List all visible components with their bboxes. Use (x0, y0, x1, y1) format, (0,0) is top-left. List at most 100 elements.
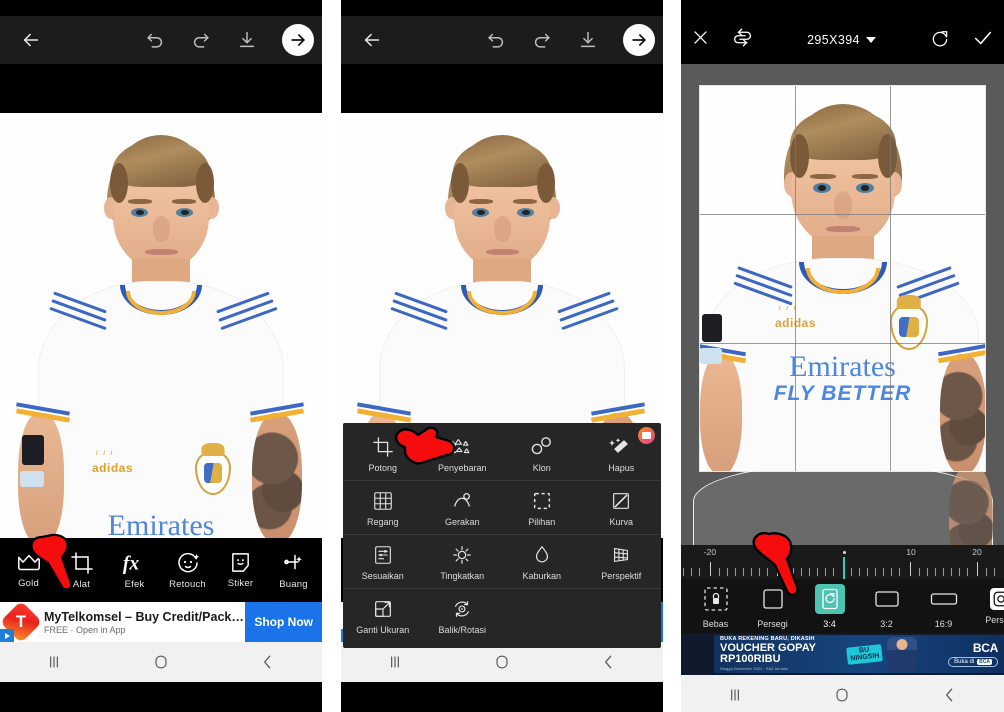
bottom-tool-alat[interactable]: Alat (56, 551, 108, 590)
apply-check-icon[interactable] (972, 27, 994, 54)
ad-banner-1[interactable]: T MyTelkomsel – Buy Credit/Package... FR… (0, 600, 322, 644)
lock-free-icon (701, 584, 731, 614)
bottom-tool-label: Retouch (169, 578, 206, 590)
ad3-line4: Hingga Desember 2021 · S&K berlaku (720, 665, 789, 671)
crop-stage[interactable]: adidas / / / Emirates FLY BETTER (681, 64, 1004, 545)
ruler-tick-label: -20 (703, 547, 717, 557)
tool-label: Sesuaikan (361, 571, 404, 581)
crop-size-label: 295X394 (807, 33, 860, 47)
ad-cta-button[interactable]: Shop Now (245, 602, 322, 642)
tools-row: Potong Penyebaran Klon Hapus (343, 427, 661, 481)
back-icon[interactable] (923, 675, 977, 712)
tool-balik-rotasi[interactable]: Balik/Rotasi (423, 589, 503, 642)
bottom-tool-stiker[interactable]: Stiker (215, 551, 267, 589)
ratio-3-4[interactable]: 3:4 (801, 583, 858, 629)
rotate-icon[interactable] (930, 28, 950, 53)
editor-spacer (341, 64, 663, 113)
tool-label: Potong (368, 463, 398, 473)
ad3-line3: RP100RIBU (720, 653, 781, 666)
tool-ganti-ukuran[interactable]: Ganti Ukuran (343, 589, 423, 642)
editor-top-toolbar (341, 16, 663, 64)
ratio-16-9[interactable]: 16:9 (915, 584, 972, 629)
back-icon[interactable] (8, 17, 54, 63)
download-icon[interactable] (565, 17, 611, 63)
aspect-ratio-bar[interactable]: Bebas Persegi 3:4 3:2 16:9 Pers (681, 579, 1004, 633)
chevron-down-icon (865, 37, 876, 43)
redo-icon[interactable] (178, 17, 224, 63)
download-icon[interactable] (224, 17, 270, 63)
photo-canvas-1[interactable]: adidas / / / Emirates FLY BETTER Emirate… (0, 113, 322, 538)
redo-icon[interactable] (519, 17, 565, 63)
ad-banner-3[interactable]: BUKA REKENING BARU, DIKASIH VOUCHER GOPA… (681, 633, 1004, 675)
ad3-cta-button[interactable]: Buka di BCA (948, 657, 998, 667)
tool-regang[interactable]: Regang (343, 481, 423, 534)
bottom-toolbar-1: Gold Alat fx Efek Retouch Stiker Buang (0, 538, 322, 602)
tool-label: Penyebaran (437, 463, 487, 473)
back-icon[interactable] (241, 642, 295, 682)
flip-icon[interactable] (732, 27, 753, 53)
tool-kurva[interactable]: Kurva (582, 481, 662, 534)
home-icon[interactable] (815, 675, 869, 712)
tool-label: Klon (532, 463, 551, 473)
android-nav-bar-3 (681, 675, 1004, 712)
tool-penyebaran[interactable]: Penyebaran (423, 427, 503, 480)
new-photo-badge-icon[interactable] (638, 427, 655, 444)
home-icon[interactable] (475, 642, 529, 682)
android-nav-bar-2 (341, 642, 663, 682)
tool-kaburkan[interactable]: Kaburkan (502, 535, 582, 588)
tool-gerakan[interactable]: Gerakan (423, 481, 503, 534)
undo-icon[interactable] (473, 17, 519, 63)
subject-photo-cropped: adidas / / / Emirates FLY BETTER (700, 86, 985, 471)
tool-label: Tingkatkan (440, 571, 485, 581)
close-icon[interactable] (691, 28, 710, 52)
ratio-label: Persegi (757, 618, 788, 629)
bottom-tool-label: Stiker (227, 578, 254, 589)
ratio-3-2[interactable]: 3:2 (858, 584, 915, 629)
recents-icon[interactable] (708, 675, 762, 712)
tools-empty-cell (582, 589, 662, 642)
bottom-tool-buang[interactable]: Buang (268, 551, 320, 590)
next-button[interactable] (623, 24, 655, 56)
square-icon (758, 584, 788, 614)
crop-top-toolbar: 295X394 (681, 16, 1004, 64)
panel-divider-1 (322, 0, 341, 712)
recents-icon[interactable] (368, 642, 422, 682)
tools-row: Regang Gerakan Pilihan Kurva (343, 481, 661, 535)
back-icon[interactable] (582, 642, 636, 682)
android-nav-bar-1 (0, 642, 322, 682)
next-button[interactable] (282, 24, 314, 56)
ratio-label: 16:9 (934, 618, 953, 629)
svg-text:fx: fx (122, 553, 138, 574)
tool-klon[interactable]: Klon (502, 427, 582, 480)
status-bar (0, 0, 322, 16)
tool-sesuaikan[interactable]: Sesuaikan (343, 535, 423, 588)
ad3-stamp: BU NINGSIH (846, 643, 884, 665)
tool-label: Regang (366, 517, 399, 527)
bottom-tool-gold[interactable]: Gold (3, 552, 55, 589)
tool-tingkatkan[interactable]: Tingkatkan (423, 535, 503, 588)
ratio-label: Bebas (702, 618, 729, 629)
tool-potong[interactable]: Potong (343, 427, 423, 480)
crop-size-selector[interactable]: 295X394 (807, 33, 876, 47)
ratio-persegi[interactable]: Persegi (744, 584, 801, 629)
tool-label: Hapus (608, 463, 635, 473)
bottom-tool-retouch[interactable]: Retouch (162, 551, 214, 590)
tool-label: Balik/Rotasi (438, 625, 487, 635)
tool-pilihan[interactable]: Pilihan (502, 481, 582, 534)
screenshot-panel-3: 295X394 adidas / / / Emirates FLY BETTER… (681, 0, 1004, 712)
ratio-persegi-instagram[interactable]: Persegi (972, 587, 1004, 625)
tool-perspektif[interactable]: Perspektif (582, 535, 662, 588)
portrait-ratio-icon (814, 583, 845, 614)
landscape-169-icon (929, 584, 959, 614)
bottom-tool-efek[interactable]: fx Efek (109, 551, 161, 590)
tool-label: Kaburkan (522, 571, 562, 581)
adchoices-icon[interactable] (0, 629, 14, 642)
ratio-bebas[interactable]: Bebas (687, 584, 744, 629)
crop-frame[interactable]: adidas / / / Emirates FLY BETTER (700, 86, 985, 471)
undo-icon[interactable] (132, 17, 178, 63)
rotation-ruler[interactable]: -20 10 20 0 (681, 545, 1004, 579)
home-icon[interactable] (134, 642, 188, 682)
instagram-icon (989, 587, 1004, 610)
recents-icon[interactable] (27, 642, 81, 682)
back-icon[interactable] (349, 17, 395, 63)
